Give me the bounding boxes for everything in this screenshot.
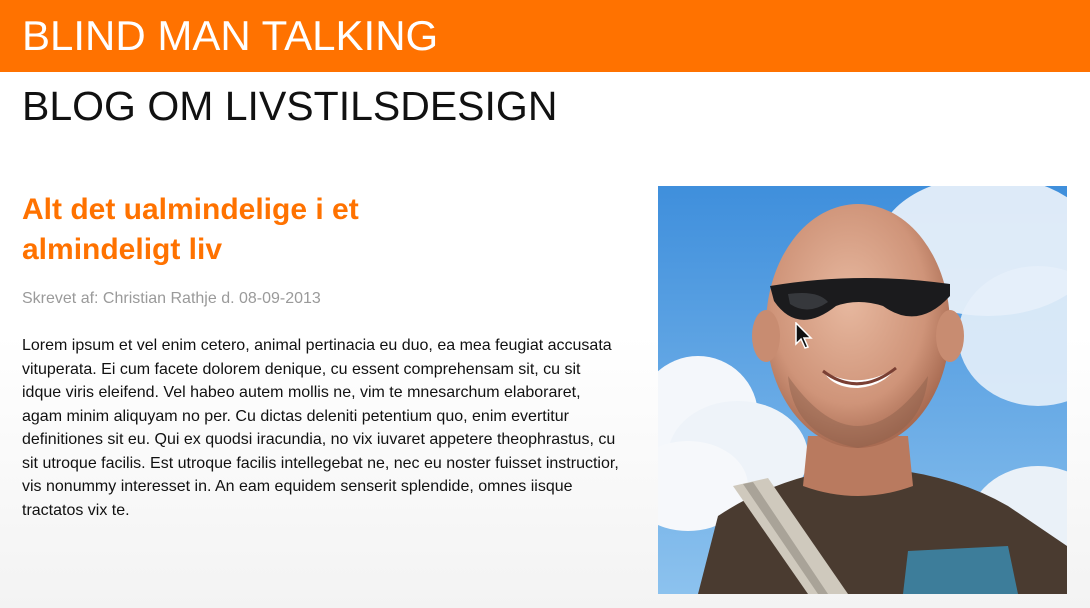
article-title[interactable]: Alt det ualmindelige i et almindeligt li…: [22, 190, 482, 270]
site-subtitle: BLOG OM LIVSTILSDESIGN: [22, 83, 558, 129]
article-byline: Skrevet af: Christian Rathje d. 08-09-20…: [22, 290, 321, 307]
page: BLIND MAN TALKING BLOG OM LIVSTILSDESIGN…: [0, 0, 1090, 608]
article-body: Lorem ipsum et vel enim cetero, animal p…: [22, 337, 619, 519]
site-title[interactable]: BLIND MAN TALKING: [22, 12, 438, 60]
mouse-pointer-icon: [795, 322, 813, 349]
author-portrait-photo-icon: [658, 186, 1067, 594]
author-photo: [658, 186, 1067, 594]
site-header: BLIND MAN TALKING: [0, 0, 1090, 72]
